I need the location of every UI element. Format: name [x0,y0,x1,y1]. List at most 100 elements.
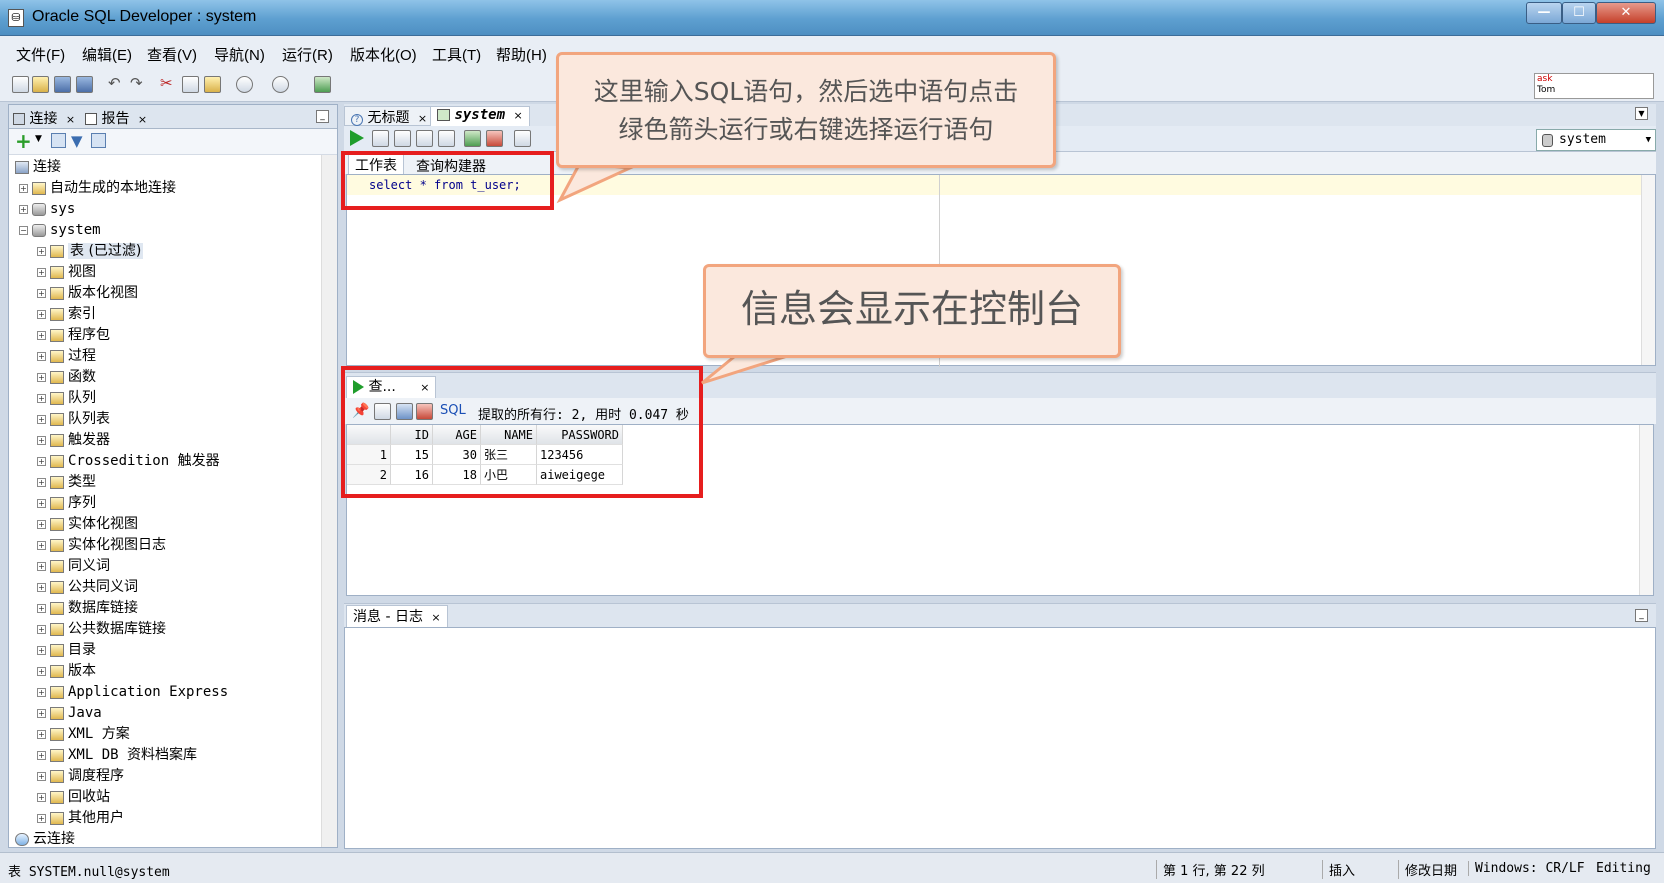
sql-tuning-icon[interactable] [438,130,455,147]
tree-node[interactable]: + 函数 [37,367,96,387]
tree-node[interactable]: + XML DB 资料档案库 [37,745,197,765]
expand-toggle-icon[interactable]: + [37,519,46,529]
tab-untitled[interactable]: ? 无标题 × [344,106,435,126]
add-connection-icon[interactable]: + [15,130,32,152]
copy-icon[interactable] [182,76,199,93]
tree-node[interactable]: + 数据库链接 [37,598,138,618]
tree-node[interactable]: + 公共数据库链接 [37,619,166,639]
back-icon[interactable] [236,76,253,93]
expand-toggle-icon[interactable]: + [37,540,46,550]
menu-navigate[interactable]: 导航(N) [214,44,265,65]
commit-icon[interactable] [464,130,481,147]
tab-reports-close[interactable]: × [138,113,147,126]
minimize-panel-icon[interactable]: _ [316,110,329,123]
tab-system-close[interactable]: × [513,109,522,122]
expand-toggle-icon[interactable]: + [37,267,46,277]
expand-toggle-icon[interactable]: + [37,666,46,676]
menu-file[interactable]: 文件(F) [16,44,65,65]
expand-toggle-icon[interactable]: + [37,561,46,571]
expand-toggle-icon[interactable]: + [37,582,46,592]
ask-tom-search[interactable]: ask Tom [1534,73,1654,99]
undo-icon[interactable]: ↶ [108,76,125,93]
tree-node[interactable]: + 版本 [37,661,96,681]
expand-toggle-icon[interactable]: + [37,750,46,760]
autotrace-icon[interactable] [394,130,411,147]
expand-toggle-icon[interactable]: + [37,246,46,256]
tree-node[interactable]: − system [19,220,101,240]
expand-toggle-icon[interactable]: + [37,393,46,403]
minimize-button[interactable]: — [1526,2,1562,24]
menu-edit[interactable]: 编辑(E) [82,44,132,65]
expand-toggle-icon[interactable]: + [37,792,46,802]
expand-toggle-icon[interactable]: + [37,435,46,445]
tree-node[interactable]: + 调度程序 [37,766,124,786]
tree-node[interactable]: + 公共同义词 [37,577,138,597]
expand-toggle-icon[interactable]: + [37,288,46,298]
maximize-button[interactable]: ☐ [1562,2,1596,24]
tree-node[interactable]: + 实体化视图日志 [37,535,166,555]
expand-toggle-icon[interactable]: + [37,414,46,424]
expand-toggle-icon[interactable]: + [37,477,46,487]
expand-toggle-icon[interactable]: + [37,771,46,781]
save-icon[interactable] [54,76,71,93]
tab-messages-close[interactable]: × [431,611,440,624]
tree-node[interactable]: + 过程 [37,346,96,366]
expand-toggle-icon[interactable]: + [37,603,46,613]
connection-select[interactable]: system ▼ [1536,129,1656,151]
explain-plan-icon[interactable] [416,130,433,147]
menu-versioning[interactable]: 版本化(O) [350,44,417,65]
tree-node[interactable]: + 其他用户 [37,808,124,828]
tab-messages[interactable]: 消息 - 日志 × [346,605,448,627]
expand-toggle-icon[interactable]: + [37,708,46,718]
tab-system[interactable]: system × [430,106,530,126]
expand-toggle-icon[interactable]: + [37,330,46,340]
tree-node[interactable]: + 版本化视图 [37,283,138,303]
expand-toggle-icon[interactable]: + [19,183,28,193]
menu-view[interactable]: 查看(V) [147,44,197,65]
tab-connections-close[interactable]: × [66,113,75,126]
redo-icon[interactable]: ↷ [130,76,147,93]
filter-icon[interactable]: ▼ [71,132,83,150]
expand-toggle-icon[interactable]: + [37,813,46,823]
close-button[interactable]: ✕ [1596,2,1656,24]
expand-toggle-icon[interactable]: + [37,309,46,319]
tree-node[interactable]: + 队列 [37,388,96,408]
tree-node[interactable]: + Application Express [37,682,228,702]
tree-node[interactable]: 云连接 [15,829,75,849]
tree-node[interactable]: + 回收站 [37,787,110,807]
tree-node[interactable]: + 触发器 [37,430,110,450]
tree-node[interactable]: + 表 (已过滤) [37,241,144,261]
run-statement-icon[interactable] [350,130,364,146]
expand-toggle-icon[interactable]: − [19,225,28,235]
refresh-icon[interactable] [51,133,66,148]
open-folder-icon[interactable] [32,76,49,93]
tab-untitled-close[interactable]: × [418,112,427,125]
tree-node[interactable]: + 视图 [37,262,96,282]
expand-toggle-icon[interactable]: + [37,498,46,508]
expand-toggle-icon[interactable]: + [19,204,28,214]
expand-toggle-icon[interactable]: + [37,624,46,634]
menu-run[interactable]: 运行(R) [282,44,333,65]
editor-menu-icon[interactable]: ▼ [1635,107,1648,120]
minimize-messages-icon[interactable]: _ [1635,609,1648,622]
editor-scrollbar[interactable] [1641,175,1655,365]
tree-node[interactable]: + 自动生成的本地连接 [19,178,176,198]
expand-toggle-icon[interactable]: + [37,729,46,739]
tree-node[interactable]: + 目录 [37,640,96,660]
tree-node[interactable]: + Java [37,703,102,723]
unshared-worksheet-icon[interactable] [514,130,531,147]
tab-connections[interactable]: 连接 × [13,108,75,128]
cut-icon[interactable]: ✂ [160,76,177,93]
tree-node[interactable]: 连接 [15,157,61,177]
new-file-icon[interactable] [12,76,29,93]
forward-icon[interactable] [272,76,289,93]
menu-help[interactable]: 帮助(H) [496,44,547,65]
expand-toggle-icon[interactable]: + [37,645,46,655]
tab-reports[interactable]: 报告 × [85,108,147,128]
expand-toggle-icon[interactable]: + [37,456,46,466]
expand-toggle-icon[interactable]: + [37,687,46,697]
expand-toggle-icon[interactable]: + [37,372,46,382]
expand-toggle-icon[interactable]: + [37,351,46,361]
left-scrollbar[interactable] [321,155,337,847]
grid-scrollbar[interactable] [1639,425,1653,595]
